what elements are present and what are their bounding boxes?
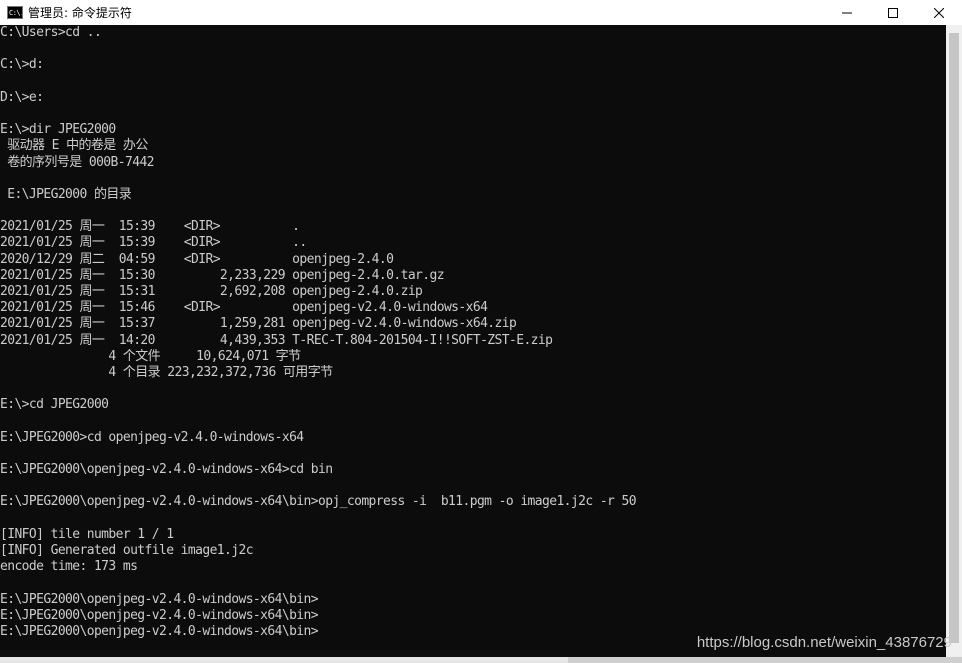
console-line: 2021/01/25 周一 15:39 <DIR> . — [0, 219, 300, 235]
maximize-button[interactable] — [870, 0, 916, 25]
console-line: D:\>e: — [0, 89, 44, 106]
console-line: C:\Users>cd .. — [0, 25, 102, 41]
horizontal-scrollbar-thumb[interactable] — [568, 657, 962, 663]
console-line: 驱动器 E 中的卷是 办公 — [0, 138, 148, 154]
console-lines: C:\Users>cd .. C:\>d: D:\>e: E:\>dir JPEG20… — [0, 25, 946, 640]
console-line: [INFO] tile number 1 / 1 — [0, 526, 174, 543]
close-icon — [934, 7, 944, 18]
console-line: 4 个目录 223,232,372,736 可用字节 — [0, 364, 333, 381]
console-output[interactable]: C:\Users>cd .. C:\>d: D:\>e: E:\>dir JPEG20… — [0, 25, 946, 657]
console-line: E:\JPEG2000\openjpeg-v2.4.0-windows-x64\… — [0, 494, 637, 510]
cmd-app-icon[interactable]: C:\. — [7, 6, 23, 19]
console-line: 2021/01/25 周一 15:31 2,692,208 openjpeg-2… — [0, 284, 423, 300]
scrollbar-thumb[interactable] — [949, 33, 959, 643]
console-line: E:\JPEG2000\openjpeg-v2.4.0-windows-x64\… — [0, 591, 319, 607]
console-line: E:\JPEG2000>cd openjpeg-v2.4.0-windows-x… — [0, 429, 304, 445]
console-line: [INFO] Generated outfile image1.j2c — [0, 543, 254, 559]
vertical-scrollbar[interactable] — [946, 25, 962, 657]
console-line: 2020/12/29 周二 04:59 <DIR> openjpeg-2.4.0 — [0, 251, 394, 267]
console-line: 卷的序列号是 000B-7442 — [0, 154, 154, 170]
console-line: E:\JPEG2000\openjpeg-v2.4.0-windows-x64>… — [0, 462, 333, 478]
close-button[interactable] — [916, 0, 962, 25]
window-controls — [824, 0, 962, 25]
console-line: 2021/01/25 周一 15:46 <DIR> openjpeg-v2.4.… — [0, 300, 488, 316]
console-line: 2021/01/25 周一 15:39 <DIR> .. — [0, 235, 307, 251]
console-line: E:\>dir JPEG2000 — [0, 122, 116, 138]
minimize-button[interactable] — [824, 0, 870, 25]
console-line: E:\>cd JPEG2000 — [0, 397, 109, 413]
horizontal-scroll-strip — [0, 657, 962, 663]
console-line: E:\JPEG2000\openjpeg-v2.4.0-windows-x64\… — [0, 607, 319, 624]
console-line: C:\>d: — [0, 57, 44, 73]
window-title: 管理员: 命令提示符 — [28, 6, 132, 20]
console-line: encode time: 173 ms — [0, 559, 138, 575]
console-line: 2021/01/25 周一 15:30 2,233,229 openjpeg-2… — [0, 267, 445, 284]
title-bar[interactable]: C:\. 管理员: 命令提示符 — [0, 0, 962, 25]
console-line: E:\JPEG2000 的目录 — [0, 186, 132, 203]
maximize-icon — [888, 7, 898, 18]
command-prompt-window: C:\. 管理员: 命令提示符 C:\Users>cd .. C:\>d: D:… — [0, 0, 962, 663]
minimize-icon — [842, 12, 852, 13]
console-line: 2021/01/25 周一 15:37 1,259,281 openjpeg-v… — [0, 316, 517, 332]
console-line: 4 个文件 10,624,071 字节 — [0, 348, 301, 365]
console-line: 2021/01/25 周一 14:20 4,439,353 T-REC-T.80… — [0, 332, 553, 348]
watermark-text: https://blog.csdn.net/weixin_43876729 — [696, 634, 952, 651]
